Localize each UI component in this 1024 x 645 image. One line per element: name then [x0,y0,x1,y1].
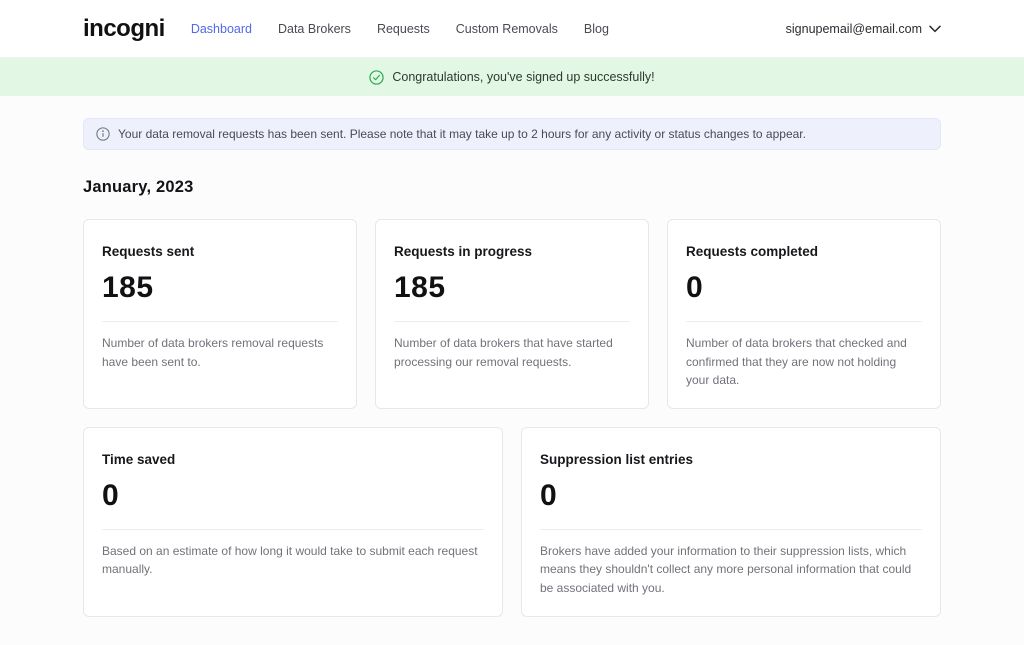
main-nav: Dashboard Data Brokers Requests Custom R… [191,22,609,36]
stat-title: Requests in progress [394,244,630,259]
stat-title: Requests completed [686,244,922,259]
info-icon [96,127,110,141]
month-title: January, 2023 [83,178,941,197]
stat-value: 185 [102,271,338,305]
success-banner: Congratulations, you've signed up succes… [0,58,1024,96]
stat-title: Suppression list entries [540,452,922,467]
dashboard-content: Your data removal requests has been sent… [83,96,941,645]
stat-title: Requests sent [102,244,338,259]
stat-value: 185 [394,271,630,305]
check-circle-icon [369,70,384,85]
stat-card-requests-in-progress: Requests in progress 185 Number of data … [375,219,649,409]
success-banner-text: Congratulations, you've signed up succes… [392,70,654,84]
stats-row-top: Requests sent 185 Number of data brokers… [83,219,941,409]
stat-description: Based on an estimate of how long it woul… [102,529,484,579]
stat-description: Brokers have added your information to t… [540,529,922,598]
stat-value: 0 [540,479,922,513]
account-menu[interactable]: signupemail@email.com [786,22,941,36]
stat-card-suppression-list: Suppression list entries 0 Brokers have … [521,427,941,617]
nav-data-brokers[interactable]: Data Brokers [278,22,351,36]
nav-blog[interactable]: Blog [584,22,609,36]
stat-description: Number of data brokers that have started… [394,321,630,371]
stat-description: Number of data brokers that checked and … [686,321,922,390]
info-banner: Your data removal requests has been sent… [83,118,941,150]
stat-card-time-saved: Time saved 0 Based on an estimate of how… [83,427,503,617]
info-banner-text: Your data removal requests has been sent… [118,127,806,141]
logo[interactable]: incogni [83,15,165,43]
stat-value: 0 [686,271,922,305]
stat-card-requests-completed: Requests completed 0 Number of data brok… [667,219,941,409]
stat-value: 0 [102,479,484,513]
stat-card-requests-sent: Requests sent 185 Number of data brokers… [83,219,357,409]
top-nav: incogni Dashboard Data Brokers Requests … [0,0,1024,58]
nav-dashboard[interactable]: Dashboard [191,22,252,36]
stats-row-bottom: Time saved 0 Based on an estimate of how… [83,427,941,617]
stat-title: Time saved [102,452,484,467]
nav-custom-removals[interactable]: Custom Removals [456,22,558,36]
nav-requests[interactable]: Requests [377,22,430,36]
account-email: signupemail@email.com [786,22,922,36]
chevron-down-icon [929,25,941,33]
stat-description: Number of data brokers removal requests … [102,321,338,371]
